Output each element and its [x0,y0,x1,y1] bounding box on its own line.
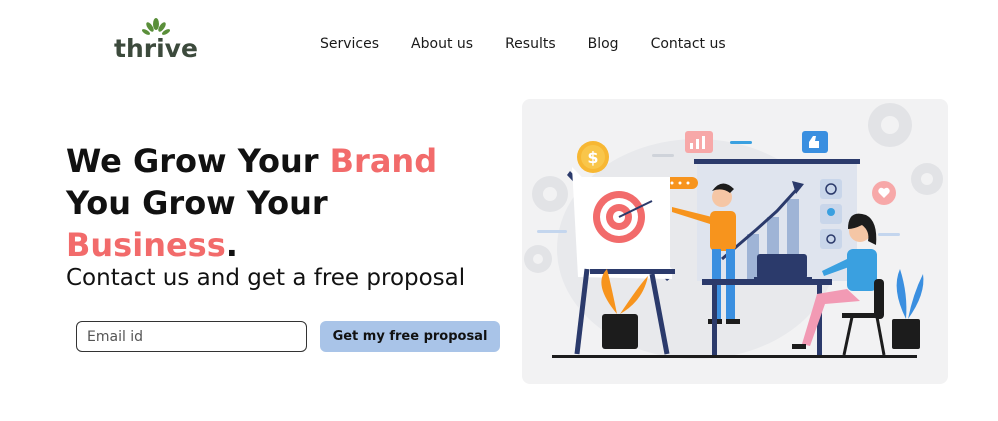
nav-services[interactable]: Services [320,36,379,52]
nav-results[interactable]: Results [505,36,556,52]
headline-part: You Grow Your [66,184,328,222]
settings-small-icon [820,229,842,249]
bar-chart-icon [685,131,713,153]
nav-about-us[interactable]: About us [411,36,473,52]
thumbs-up-icon [802,131,828,153]
headline-period: . [225,226,238,264]
headline-accent-brand: Brand [329,142,438,180]
main-nav: Services About us Results Blog Contact u… [320,36,758,52]
bulb-icon [820,204,842,224]
hero-headline: We Grow Your Brand You Grow Your Busines… [66,140,506,266]
nav-blog[interactable]: Blog [588,36,619,52]
headline-accent-business: Business [66,226,226,264]
get-proposal-button[interactable]: Get my free proposal [320,321,500,352]
nav-contact-us[interactable]: Contact us [651,36,726,52]
dollar-coin-icon: $ [577,141,609,173]
headline-part: We Grow Your [66,142,330,180]
hero-subtitle: Contact us and get a free proposal [66,265,466,291]
business-growth-illustration: $ [524,103,943,359]
heart-icon [872,181,896,205]
logo-wordmark: thrive [114,34,198,63]
thrive-logo[interactable]: thrive [114,18,198,64]
target-small-icon [820,179,842,199]
dollar-symbol: $ [587,148,598,167]
email-input[interactable] [76,321,307,352]
hero-illustration: $ [522,99,948,384]
